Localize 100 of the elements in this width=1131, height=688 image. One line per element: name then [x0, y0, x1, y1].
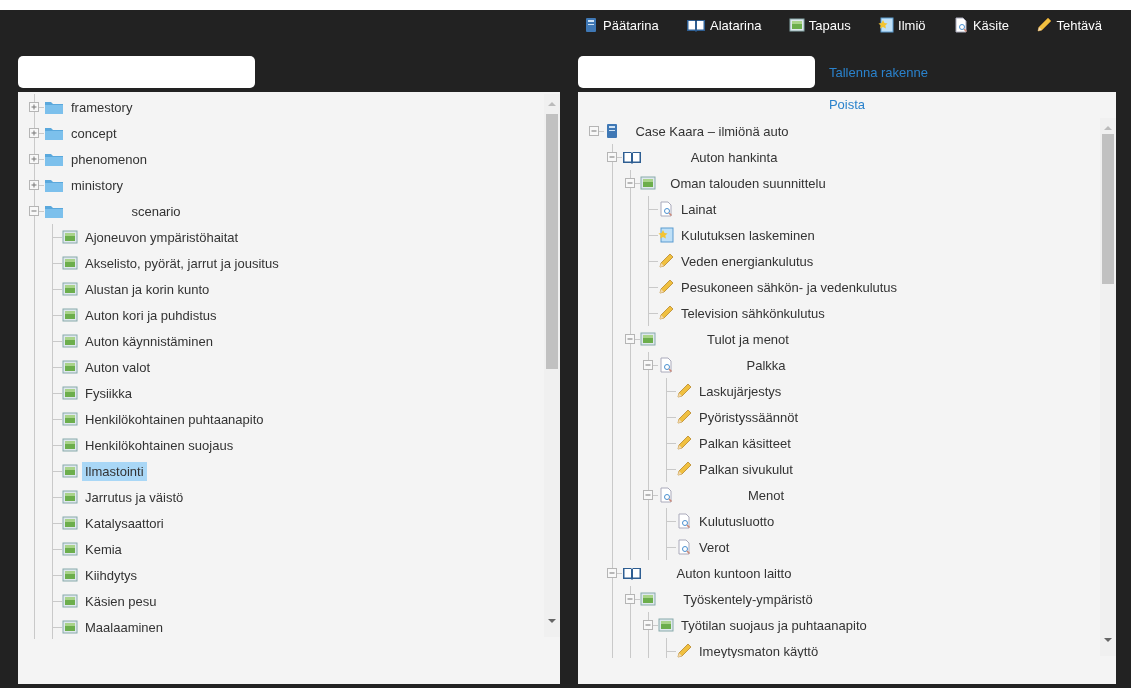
- tree-item[interactable]: Kiihdytys: [82, 565, 141, 585]
- pencil-icon: [676, 409, 692, 425]
- image-icon: [788, 17, 805, 33]
- tree-item[interactable]: Imeytysmaton käyttö: [696, 641, 822, 658]
- tree-item[interactable]: scenario: [68, 201, 244, 221]
- image-icon: [62, 281, 78, 297]
- tree-item[interactable]: Tulot ja menot: [660, 329, 836, 349]
- tree-item[interactable]: Oman talouden suunnittelu: [660, 173, 836, 193]
- folder-icon: [44, 125, 64, 141]
- tree-item[interactable]: Palkan sivukulut: [696, 459, 796, 479]
- image-icon: [62, 385, 78, 401]
- open-book-icon: [686, 17, 707, 33]
- tree-item[interactable]: Kulutuksen laskeminen: [678, 225, 818, 245]
- tree-item[interactable]: Television sähkönkulutus: [678, 303, 828, 323]
- tree-item[interactable]: Menot: [678, 485, 854, 505]
- image-icon: [62, 567, 78, 583]
- collapse-icon[interactable]: [643, 360, 653, 370]
- image-icon: [62, 229, 78, 245]
- tree-item[interactable]: phenomenon: [68, 149, 150, 169]
- tree-item[interactable]: Kulutusluotto: [696, 511, 778, 531]
- tree-item[interactable]: Auton valot: [82, 357, 154, 377]
- tree-item[interactable]: Jarrutus ja väistö: [82, 487, 187, 507]
- image-icon: [62, 619, 78, 635]
- open-book-icon: [622, 149, 642, 165]
- expand-icon[interactable]: [29, 128, 39, 138]
- pencil-icon: [676, 461, 692, 477]
- tree-item[interactable]: Työskentely-ympäristö: [660, 589, 836, 609]
- tree-item[interactable]: Akselisto, pyörät, jarrut ja jousitus: [82, 253, 282, 273]
- tree-item[interactable]: Veden energiankulutus: [678, 251, 817, 271]
- save-link[interactable]: Tallenna rakenne: [829, 64, 929, 80]
- collapse-icon[interactable]: [607, 152, 617, 162]
- pencil-icon: [676, 435, 692, 451]
- tree-item[interactable]: Alustan ja korin kunto: [82, 279, 213, 299]
- tree-item[interactable]: ministory: [68, 175, 126, 195]
- folder-icon: [44, 177, 64, 193]
- collapse-icon[interactable]: [589, 126, 599, 136]
- expand-icon[interactable]: [29, 154, 39, 164]
- pencil-icon: [676, 383, 692, 399]
- tree-item[interactable]: Pyöristyssäännöt: [696, 407, 801, 427]
- tree-item[interactable]: Maalaaminen: [82, 617, 167, 637]
- document-magnifier-icon: [658, 201, 674, 217]
- tree-item[interactable]: Ilmastointi: [82, 461, 147, 481]
- tree-item[interactable]: Auton kori ja puhdistus: [82, 305, 220, 325]
- image-icon: [62, 463, 78, 479]
- folder-icon: [44, 203, 64, 219]
- tree-item[interactable]: Auton käynnistäminen: [82, 331, 216, 351]
- pencil-icon: [676, 643, 692, 658]
- tree-item[interactable]: Laskujärjestys: [696, 381, 785, 401]
- image-icon: [658, 617, 674, 633]
- legend-item: Alatarina: [686, 17, 762, 33]
- tree-item[interactable]: Pesukoneen sähkön- ja vedenkulutus: [678, 277, 901, 297]
- pencil-icon: [658, 305, 674, 321]
- image-icon: [62, 411, 78, 427]
- pencil-icon: [1036, 17, 1053, 33]
- image-icon: [62, 515, 78, 531]
- document-magnifier-icon: [676, 539, 692, 555]
- document-magnifier-icon: [676, 513, 692, 529]
- document-magnifier-icon: [658, 357, 674, 373]
- image-icon: [640, 331, 656, 347]
- tree-item[interactable]: Auton kuntoon laitto: [646, 563, 822, 583]
- tree-item[interactable]: Verot: [696, 537, 733, 557]
- collapse-icon[interactable]: [625, 334, 635, 344]
- tree-item[interactable]: Fysiikka: [82, 383, 135, 403]
- image-icon: [62, 255, 78, 271]
- collapse-icon[interactable]: [643, 490, 653, 500]
- document-magnifier-icon: [952, 17, 969, 33]
- legend-item: Käsite: [952, 17, 1010, 33]
- delete-link[interactable]: Poista: [828, 97, 866, 116]
- legend-item: Päätarina: [583, 17, 659, 33]
- image-icon: [62, 489, 78, 505]
- tree-item[interactable]: Henkilökohtainen suojaus: [82, 435, 237, 455]
- tree-item[interactable]: Case Kaara – ilmiönä auto: [624, 121, 800, 141]
- collapse-icon[interactable]: [29, 206, 39, 216]
- tree-item[interactable]: Katalysaattori: [82, 513, 167, 533]
- tree-item[interactable]: Käsien pesu: [82, 591, 160, 611]
- name-field[interactable]: [578, 56, 815, 88]
- image-icon: [62, 359, 78, 375]
- tree-item[interactable]: Auton hankinta: [646, 147, 822, 167]
- pencil-icon: [658, 279, 674, 295]
- book-icon: [604, 123, 620, 139]
- tree-item[interactable]: Palkan käsitteet: [696, 433, 794, 453]
- tree-item[interactable]: Lainat: [678, 199, 720, 219]
- tree-item[interactable]: Palkka: [678, 355, 854, 375]
- legend-item: Ilmiö: [878, 17, 926, 33]
- expand-icon[interactable]: [29, 102, 39, 112]
- image-icon: [62, 333, 78, 349]
- expand-icon[interactable]: [29, 180, 39, 190]
- tree-item[interactable]: Henkilökohtainen puhtaanapito: [82, 409, 267, 429]
- collapse-icon[interactable]: [625, 178, 635, 188]
- collapse-icon[interactable]: [607, 568, 617, 578]
- tree-item[interactable]: Ajoneuvon ympäristöhaitat: [82, 227, 242, 247]
- collapse-icon[interactable]: [625, 594, 635, 604]
- search-field[interactable]: [18, 56, 255, 88]
- book-icon: [583, 17, 599, 33]
- tree-item[interactable]: Työtilan suojaus ja puhtaanapito: [678, 615, 870, 635]
- tree-item[interactable]: framestory: [68, 97, 136, 117]
- legend-item: Tapaus: [788, 17, 851, 33]
- tree-item[interactable]: concept: [68, 123, 120, 143]
- collapse-icon[interactable]: [643, 620, 653, 630]
- tree-item[interactable]: Kemia: [82, 539, 125, 559]
